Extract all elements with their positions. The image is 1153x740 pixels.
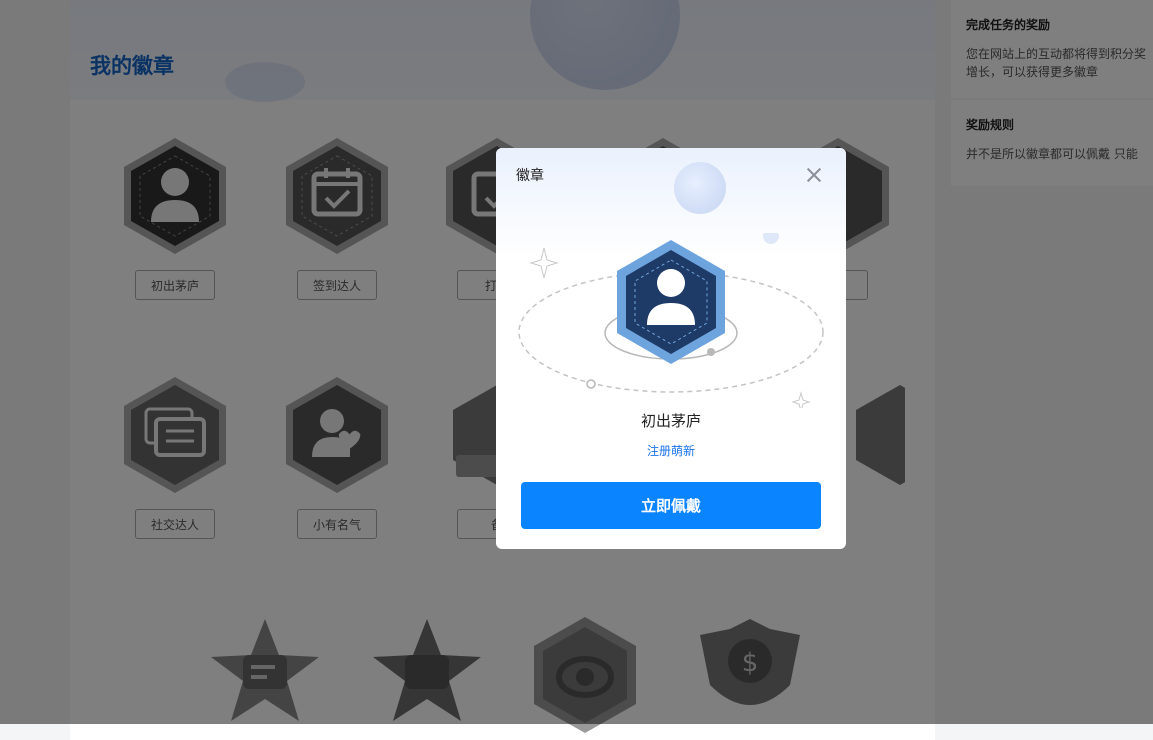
badge-illustration [518, 233, 824, 408]
badge-name: 初出茅庐 [640, 412, 701, 430]
moon-decoration [674, 162, 726, 214]
badge-description: 注册萌新 [646, 444, 695, 458]
badge-modal: 徽章 初出茅庐 注册萌新 立即佩戴 [496, 148, 846, 549]
modal-title: 徽章 [516, 168, 544, 184]
wear-badge-button[interactable]: 立即佩戴 [521, 482, 821, 529]
close-icon[interactable] [801, 162, 827, 188]
